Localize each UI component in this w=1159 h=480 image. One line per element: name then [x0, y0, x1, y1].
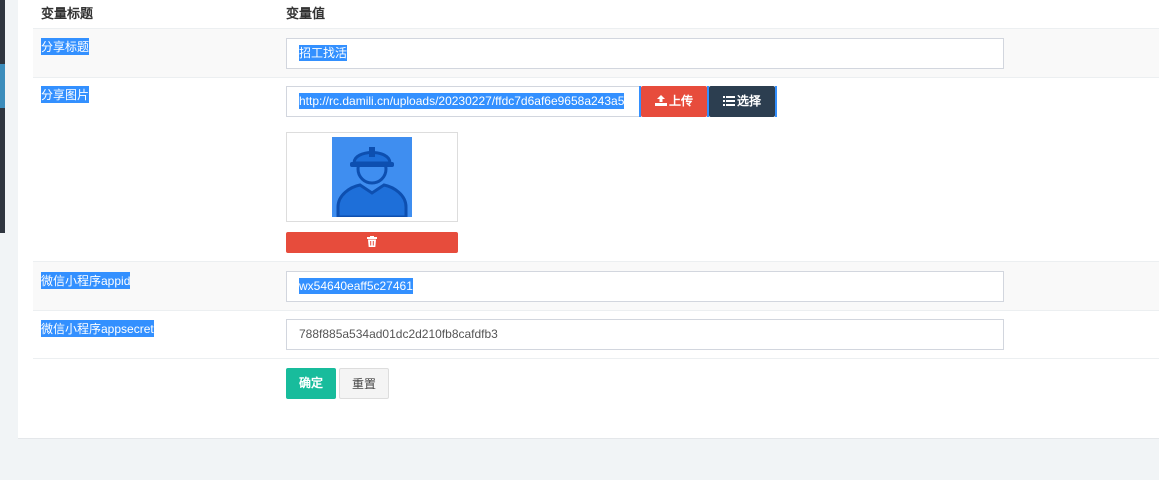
worker-helmet-avatar-icon: [332, 137, 412, 219]
appid-label: 微信小程序appid: [41, 272, 131, 289]
share-title-input[interactable]: 招工找活: [286, 38, 1004, 69]
delete-image-button[interactable]: [286, 232, 458, 253]
list-icon: [722, 96, 735, 106]
share-title-label: 分享标题: [41, 38, 90, 55]
reset-button[interactable]: 重置: [339, 368, 389, 399]
upload-icon: [654, 95, 667, 106]
table-row-share-image: 分享图片 http://rc.damili.cn/uploads/2023022…: [33, 78, 1159, 262]
header-value-col: 变量值: [286, 6, 326, 21]
appid-input[interactable]: wx54640eaff5c27461: [286, 271, 1004, 302]
choose-button[interactable]: 选择: [709, 86, 775, 117]
appsecret-input[interactable]: 788f885a534ad01dc2d210fb8cafdfb3: [286, 319, 1004, 350]
confirm-button[interactable]: 确定: [286, 368, 336, 399]
config-panel: 变量标题 变量值 分享标题 招工找活 分享图片 http://rc.damili…: [18, 0, 1159, 439]
sidebar-edge: [0, 0, 5, 233]
sidebar-active-indicator: [0, 64, 5, 108]
table-header: 变量标题 变量值: [33, 0, 1159, 29]
trash-icon: [367, 236, 377, 247]
header-label-col: 变量标题: [41, 6, 94, 21]
upload-button[interactable]: 上传: [641, 86, 707, 117]
image-preview: [286, 132, 458, 222]
share-image-label: 分享图片: [41, 86, 90, 103]
share-image-url-input[interactable]: http://rc.damili.cn/uploads/20230227/ffd…: [286, 86, 640, 117]
appsecret-label: 微信小程序appsecret: [41, 320, 154, 337]
selection-marker: [775, 86, 777, 117]
table-row-appid: 微信小程序appid wx54640eaff5c27461: [33, 262, 1159, 311]
table-row-appsecret: 微信小程序appsecret 788f885a534ad01dc2d210fb8…: [33, 311, 1159, 359]
table-row-share-title: 分享标题 招工找活: [33, 29, 1159, 78]
